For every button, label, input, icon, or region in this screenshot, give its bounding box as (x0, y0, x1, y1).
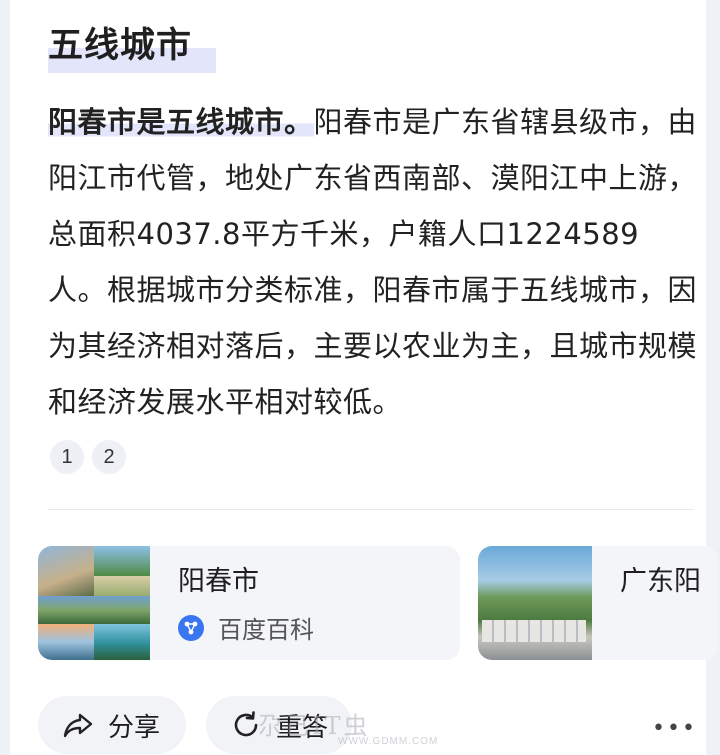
answer-text: 阳春市是广东省辖县级市，由阳江市代管，地处广东省西南部、漠阳江中上游，总面积40… (48, 105, 698, 419)
source-site: 百度百科 (218, 616, 314, 644)
more-options-icon[interactable]: ••• (652, 716, 697, 741)
answer-lead: 阳春市是五线城市。 (48, 105, 314, 139)
share-label: 分享 (108, 712, 161, 743)
share-button[interactable]: 分享 (38, 696, 186, 754)
source-title: 阳春市 (178, 566, 259, 597)
answer-heading: 五线城市 (48, 26, 193, 66)
baike-icon (178, 614, 204, 641)
reference-badge[interactable]: 2 (92, 440, 126, 474)
source-card-yangchun[interactable]: 阳春市 百度百科 (38, 546, 460, 660)
source-thumbnail-collage (38, 546, 150, 660)
reference-badge[interactable]: 1 (50, 440, 84, 474)
reference-list: 1 2 (50, 440, 126, 474)
answer-body: 阳春市是五线城市。阳春市是广东省辖县级市，由阳江市代管，地处广东省西南部、漠阳江… (48, 94, 698, 430)
source-title: 广东阳 (620, 566, 701, 597)
source-thumbnail-city (478, 546, 592, 660)
divider (48, 509, 694, 510)
share-icon (63, 713, 93, 738)
source-card-guangdong[interactable]: 广东阳 (478, 546, 718, 660)
watermark: 尕己IT虫 WWW.GDMM.COM (258, 712, 439, 747)
